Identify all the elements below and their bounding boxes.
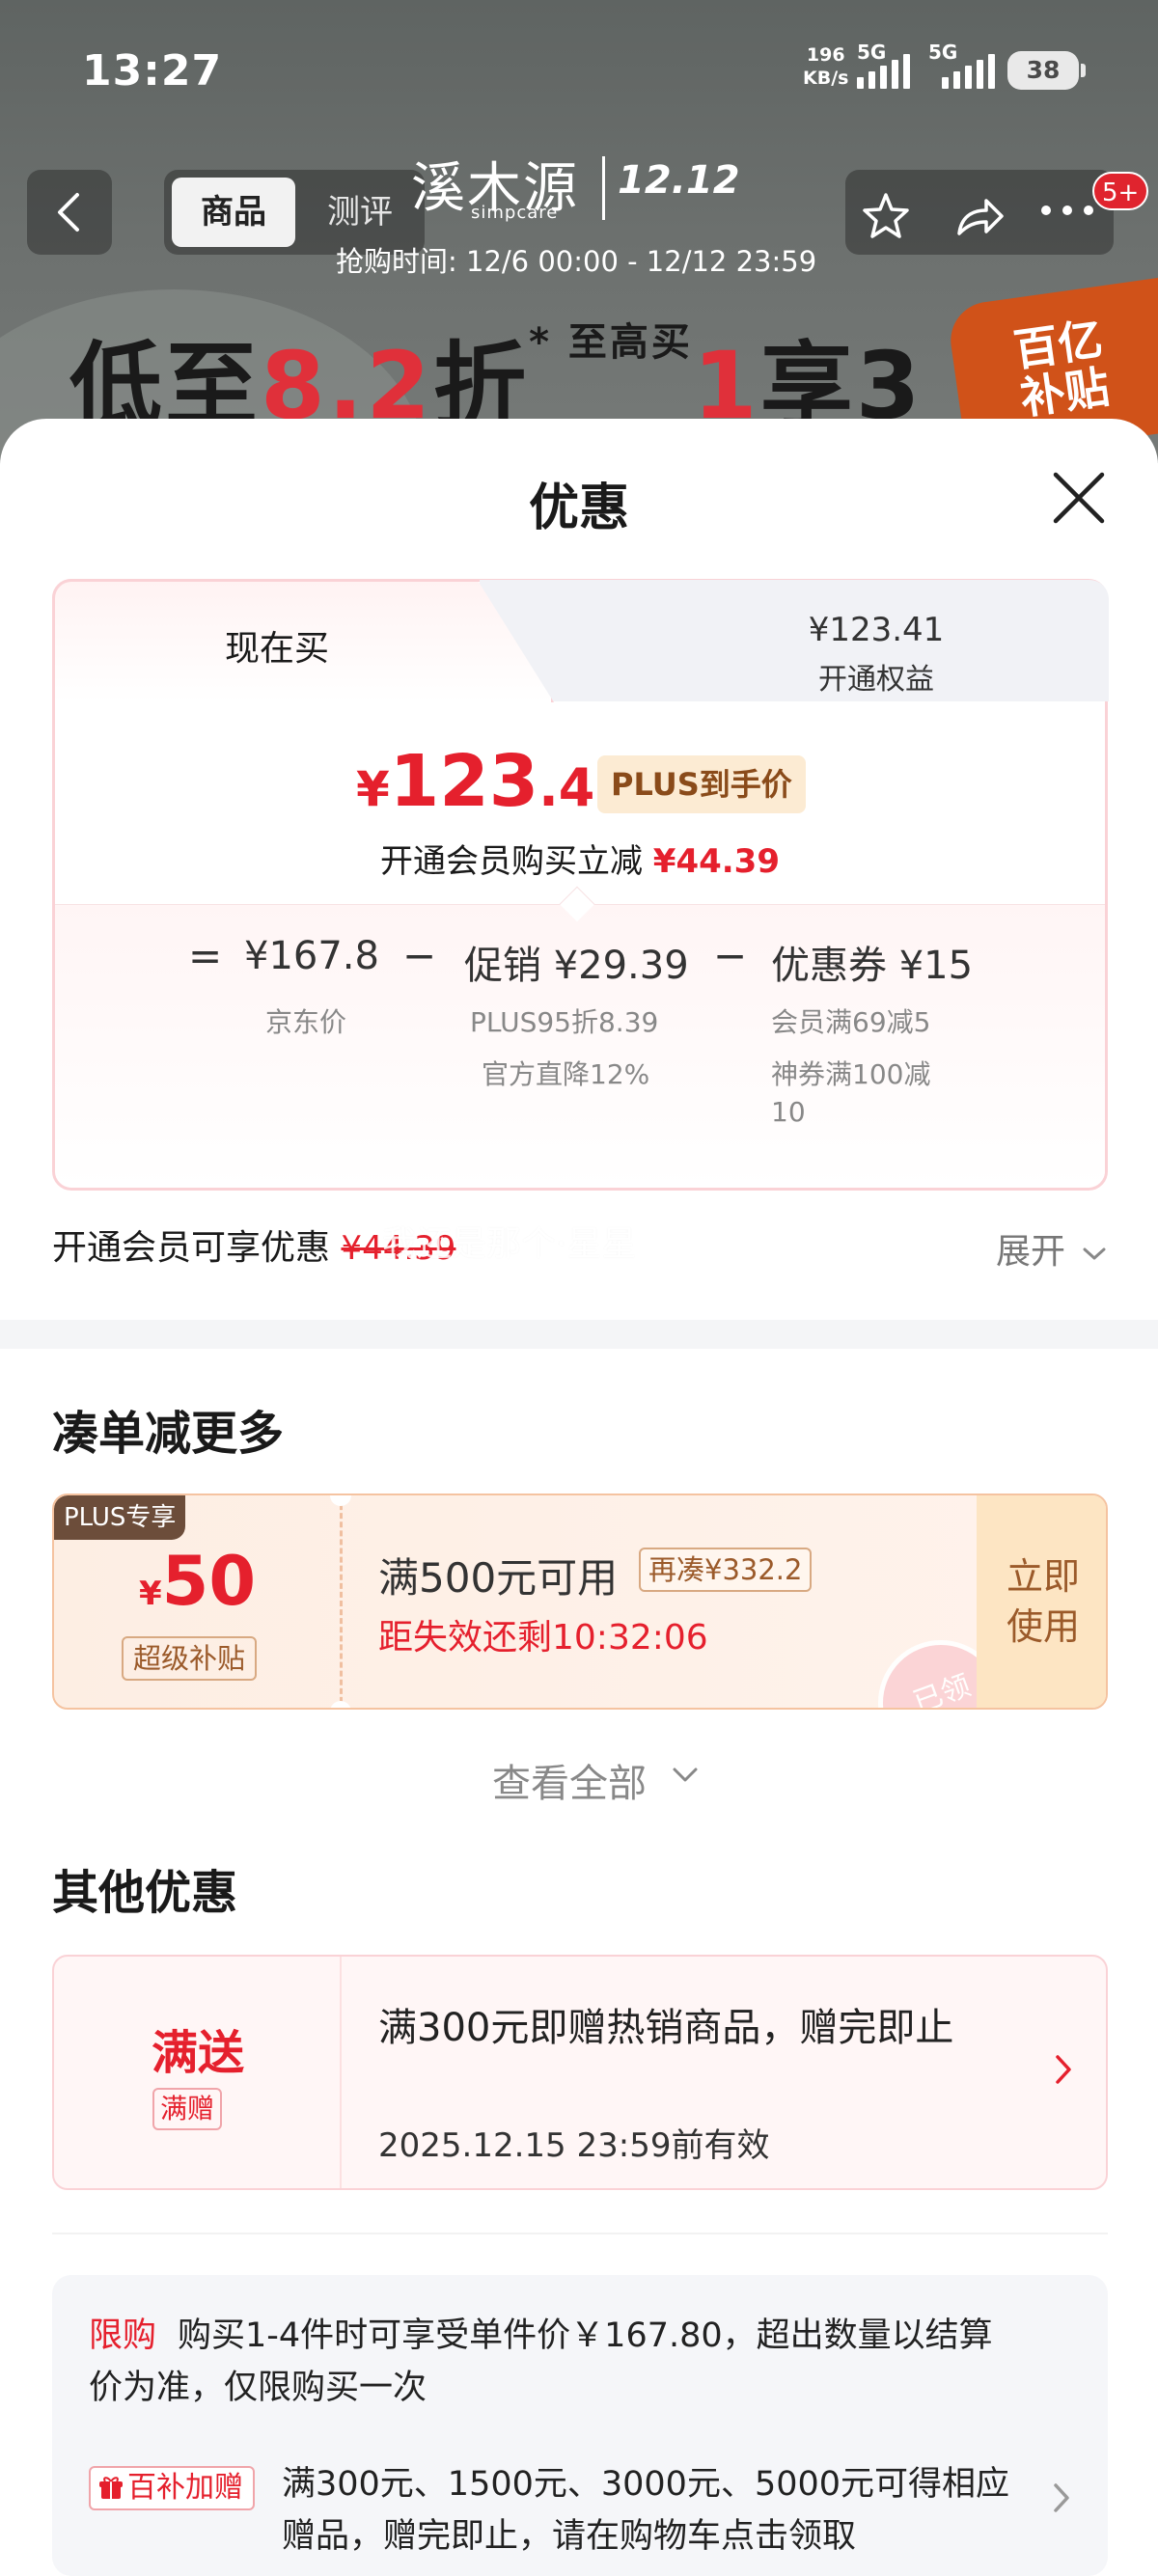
- sale-time: 抢购时间: 12/6 00:00 - 12/12 23:59: [336, 245, 817, 278]
- coupon-detail-3: 10: [771, 1096, 806, 1128]
- discount-sheet: 优惠 ¥123.41 开通权益 现在买 ¥123.41 PLUS到手价 开通会员…: [0, 419, 1158, 2576]
- chevron-left-icon: [58, 193, 79, 232]
- final-price: ¥123.41: [356, 740, 631, 823]
- chevron-right-icon: [1056, 2055, 1071, 2084]
- back-button[interactable]: [27, 170, 112, 255]
- coupon-divider: [340, 1495, 343, 1708]
- divider-line: [52, 2233, 1108, 2234]
- member-save-line: 开通会员购买立减 ¥44.39: [379, 842, 780, 881]
- minus-sign: −: [713, 932, 748, 979]
- plus-price-tag: PLUS到手价: [597, 755, 806, 813]
- minus-sign: −: [402, 932, 437, 979]
- coupon-countdown: 距失效还剩10:32:06: [378, 1618, 708, 1658]
- equals-sign: =: [188, 932, 223, 979]
- brand-divider: [602, 156, 605, 220]
- watermark: 我还是那个·星星: [382, 1224, 637, 1264]
- status-bar: 13:27 196 KB/s 5G 5G 38: [0, 0, 1158, 145]
- brand-english: simpcare: [471, 203, 559, 223]
- tab-review[interactable]: 测评: [307, 178, 413, 247]
- tab-goods[interactable]: 商品: [172, 178, 295, 247]
- network-speed: 196 KB/s: [803, 44, 849, 89]
- gift-offer-card[interactable]: 满送 满赠 满300元即赠热销商品，赠完即止 2025.12.15 23:59前…: [52, 1955, 1108, 2190]
- gift-validity: 2025.12.15 23:59前有效: [378, 2126, 770, 2165]
- gift-description: 满300元即赠热销商品，赠完即止: [378, 2006, 954, 2050]
- bonus-gift-text: 满300元、1500元、3000元、5000元可得相应赠品，赠完即止，请在购物车…: [282, 2465, 1010, 2556]
- status-time: 13:27: [82, 46, 223, 96]
- notification-badge: 5+: [1092, 172, 1149, 210]
- section-divider: [0, 1320, 1158, 1349]
- close-icon: [1053, 472, 1105, 524]
- sheet-title: 优惠: [528, 480, 629, 537]
- share-icon[interactable]: [951, 189, 1006, 243]
- bonus-gift-tag: 百补加赠: [89, 2466, 255, 2510]
- price-card: ¥123.41 开通权益 现在买 ¥123.41 PLUS到手价 开通会员购买立…: [52, 579, 1109, 1191]
- promo-discount: 促销 ¥29.39: [464, 944, 689, 988]
- action-group: [845, 170, 1114, 255]
- gift-type-tag: 满赠: [152, 2088, 223, 2130]
- battery-icon: 38: [1007, 51, 1086, 90]
- jd-price-label: 京东价: [265, 1006, 347, 1038]
- subsidy-badge: 百亿 补贴: [1010, 313, 1113, 425]
- coupon-amount: ¥50: [139, 1542, 257, 1621]
- price-breakdown: = ¥167.8 京东价 − 促销 ¥29.39 PLUS95折8.39 官方直…: [55, 886, 1105, 1188]
- rules-box: 限购 购买1-4件时可享受单件价￥167.80，超出数量以结算价为准，仅限购买一次…: [52, 2275, 1108, 2576]
- chevron-down-icon: [1083, 1247, 1106, 1260]
- tab-buy-now-label: 现在买: [224, 629, 329, 669]
- more-icon[interactable]: [1038, 203, 1096, 218]
- coupon-card[interactable]: ¥50 超级补贴 PLUS专享 满500元可用 再凑¥332.2 距失效还剩10…: [52, 1494, 1108, 1710]
- final-price-area: ¥123.41 PLUS到手价 开通会员购买立减 ¥44.39: [55, 701, 1105, 904]
- gift-icon: [99, 2477, 123, 2499]
- coupon-notch-bottom: [330, 1701, 351, 1708]
- tab-membership-price: ¥123.41: [808, 611, 945, 649]
- section-title-more: 凑单减更多: [52, 1407, 285, 1461]
- event-logo: 12.12: [618, 158, 740, 203]
- promo-detail-1: PLUS95折8.39: [470, 1006, 659, 1038]
- tab-membership-label: 开通权益: [818, 663, 934, 697]
- promo-detail-2: 官方直降12%: [482, 1058, 650, 1090]
- coupon-condition: 满500元可用: [378, 1554, 619, 1602]
- star-icon[interactable]: [859, 189, 913, 243]
- close-button[interactable]: [1052, 471, 1106, 525]
- section-title-other: 其他优惠: [52, 1866, 238, 1920]
- coupon-discount: 优惠券 ¥15: [771, 944, 974, 988]
- gift-type: 满送: [151, 2026, 244, 2080]
- jd-price: ¥167.8: [244, 934, 379, 978]
- chevron-right-icon[interactable]: [1052, 2481, 1071, 2514]
- gift-type-area: 满送 满赠: [54, 1957, 342, 2188]
- coupon-detail-2: 神券满100减: [771, 1058, 931, 1090]
- purchase-limit: 限购 购买1-4件时可享受单件价￥167.80，超出数量以结算价为准，仅限购买一次: [89, 2316, 993, 2407]
- plus-only-tag: PLUS专享: [54, 1495, 186, 1540]
- coupon-detail-1: 会员满69减5: [771, 1006, 931, 1038]
- chevron-down-icon: [673, 1768, 698, 1782]
- use-now-button[interactable]: 立即 使用: [977, 1495, 1106, 1708]
- signal-icon: [857, 48, 910, 89]
- expand-button[interactable]: 展开: [996, 1223, 1107, 1274]
- signal-icon-2: [942, 48, 995, 89]
- coupon-remaining-tag: 再凑¥332.2: [639, 1548, 813, 1592]
- coupon-type-tag: 超级补贴: [122, 1636, 258, 1681]
